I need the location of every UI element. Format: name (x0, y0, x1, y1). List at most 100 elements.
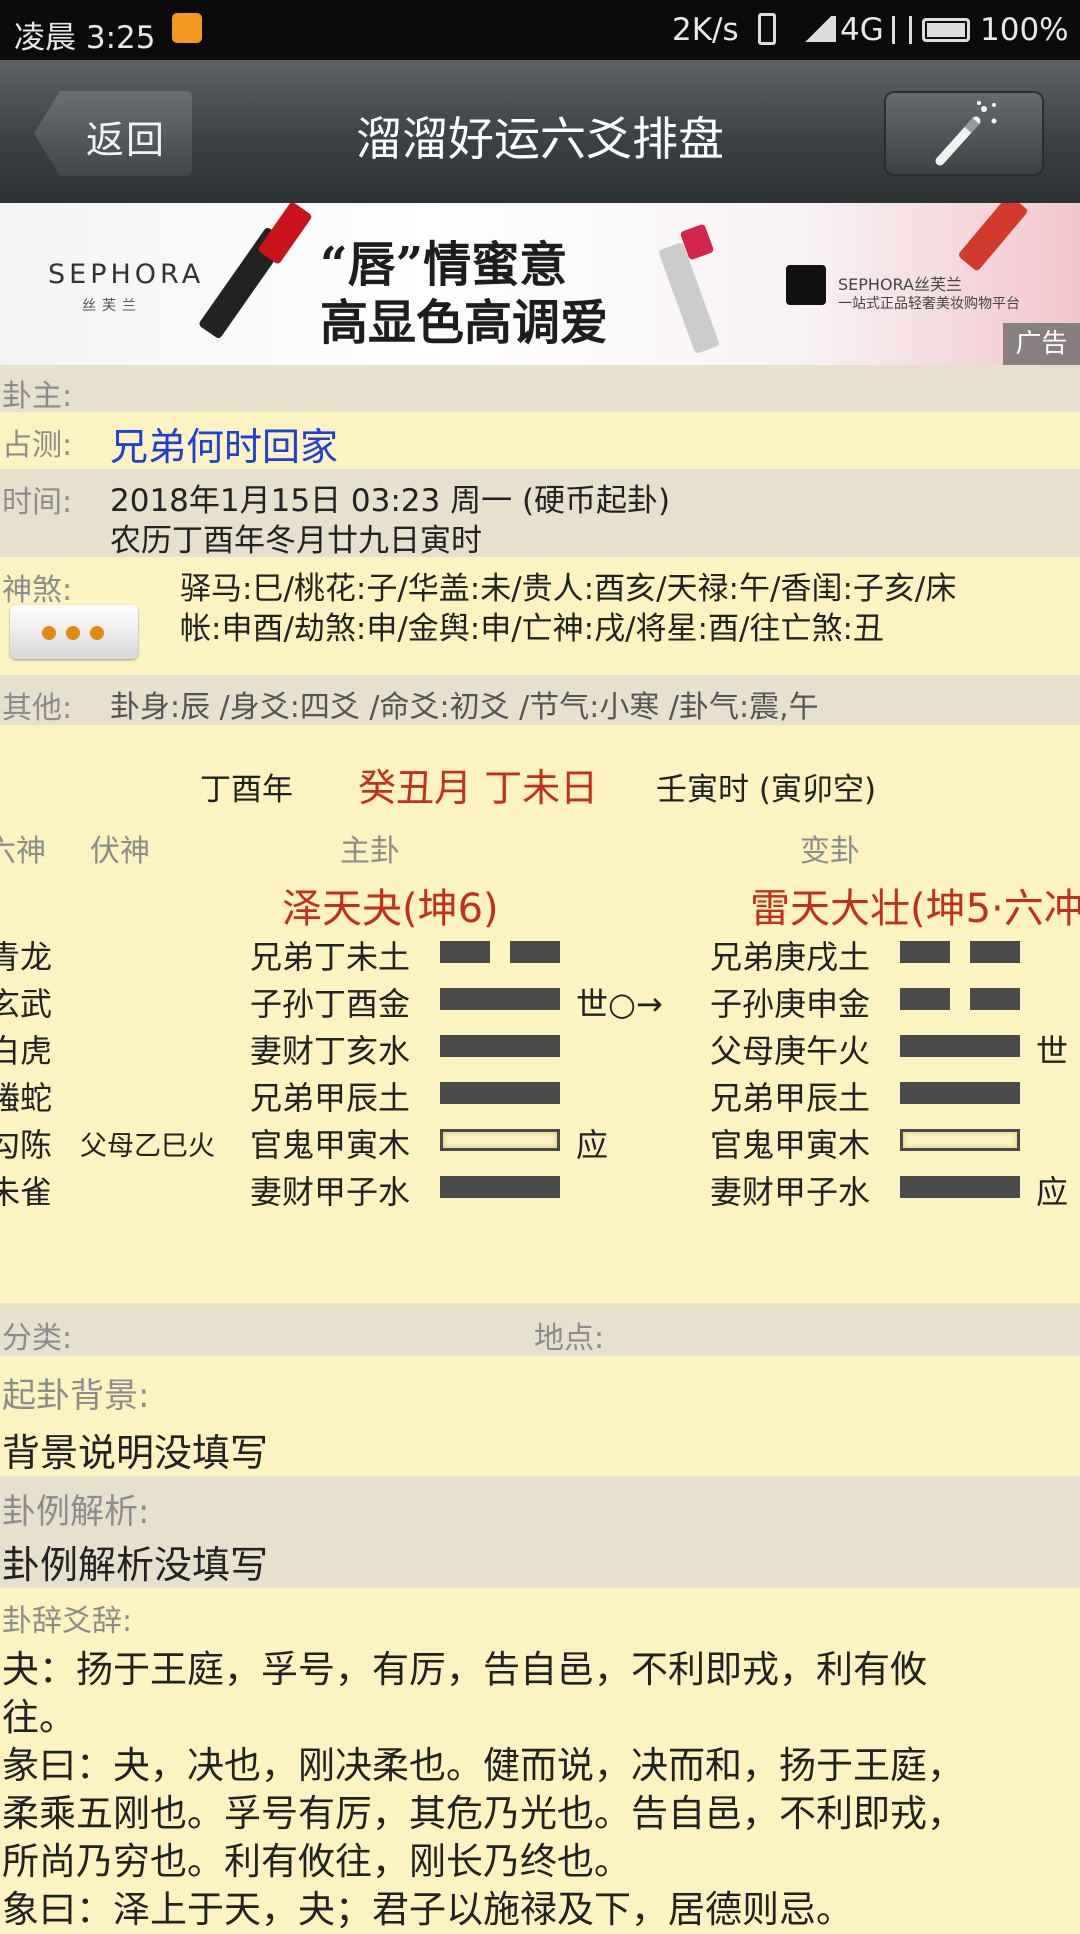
status-bar: 凌晨 3:25 2K/s 4G 100% (0, 0, 1080, 60)
magic-wand-button[interactable] (884, 91, 1044, 176)
guaci-line: 往。 (2, 1696, 76, 1739)
liushen-label: 白虎 (0, 1032, 53, 1070)
category-row: 分类: 地点: (0, 1303, 1080, 1356)
guaci-line: 象曰：泽上于天，夬；君子以施禄及下，居德则忌。 (2, 1888, 853, 1931)
year-pillar: 丁酉年 (200, 772, 293, 808)
main-yao-label: 兄弟甲辰土 (250, 1079, 411, 1117)
background-value: 背景说明没填写 (2, 1431, 269, 1475)
main-gua-name: 泽天夬(坤6) (282, 886, 499, 932)
time-label: 时间: (2, 485, 73, 520)
yang-line (900, 1035, 1020, 1057)
ad-brand: SEPHORA (48, 259, 205, 290)
main-yao-label: 兄弟丁未土 (250, 938, 411, 976)
month-day-pillar: 癸丑月 丁未日 (358, 766, 599, 810)
changed-yao-label: 父母庚午火 (710, 1032, 871, 1070)
place-label: 地点: (534, 1321, 605, 1356)
col-liushen: 六神 (0, 834, 46, 869)
magic-wand-icon (935, 101, 997, 166)
changed-yao-label: 兄弟甲辰土 (710, 1079, 871, 1117)
changed-gua-name: 雷天大壮(坤5·六冲 (750, 886, 1080, 932)
changed-yao-label: 子孙庚申金 (710, 985, 871, 1023)
moving-line (440, 1129, 560, 1151)
status-time: 凌晨 3:25 (14, 20, 156, 56)
yin-line-left (900, 988, 950, 1010)
analysis-value: 卦例解析没填写 (2, 1543, 269, 1587)
sephora-logo-icon (786, 265, 826, 305)
guaci-section: 卦辞爻辞: 夬：扬于王庭，孚号，有厉，告自邑，不利即戎，利有攸 往。 彖曰：夬，… (0, 1588, 1080, 1931)
liushen-label: 螣蛇 (0, 1079, 53, 1117)
gua-zhu-label: 卦主: (2, 379, 73, 414)
guaci-text: 夬：扬于王庭，孚号，有厉，告自邑，不利即戎，利有攸 往。 彖曰：夬，决也，刚决柔… (2, 1646, 1078, 1934)
yin-line-right (510, 941, 560, 963)
zhan-ce-row: 占测: 兄弟何时回家 (0, 412, 1080, 469)
main-yao-label: 子孙丁酉金 (250, 985, 411, 1023)
ad-brand-sub: 丝芙兰 (82, 298, 142, 314)
shensha-line2: 帐:申酉/劫煞:申/金舆:申/亡神:戌/将星:酉/往亡煞:丑 (180, 611, 884, 647)
more-dots-icon (66, 626, 80, 640)
changed-yao-mark: 世 (1036, 1032, 1069, 1070)
fushen-label: 父母乙巳火 (80, 1131, 215, 1162)
main-yao-mark: 应 (576, 1126, 609, 1164)
zhan-ce-value: 兄弟何时回家 (110, 425, 339, 469)
status-battery: 100% (980, 12, 1069, 48)
time-line2: 农历丁酉年冬月廿九日寅时 (110, 523, 482, 559)
yin-line-right (970, 941, 1020, 963)
yin-line-left (440, 941, 490, 963)
hour-pillar: 壬寅时 (寅卯空) (656, 772, 877, 808)
shensha-row: 神煞: 驿马:巳/桃花:子/华盖:未/贵人:酉亥/天禄:午/香闺:子亥/床 帐:… (0, 557, 1080, 675)
lipstick-image (957, 203, 1029, 272)
more-dots-icon (90, 626, 104, 640)
yang-line (440, 1035, 560, 1057)
changed-yao-mark: 应 (1036, 1173, 1069, 1211)
shensha-line1: 驿马:巳/桃花:子/华盖:未/贵人:酉亥/天禄:午/香闺:子亥/床 (180, 571, 957, 607)
more-dots-icon (42, 626, 56, 640)
shensha-label: 神煞: (2, 573, 73, 608)
data-transfer-icon (892, 16, 912, 44)
guaci-line: 所尚乃穷也。利有攸往，刚长乃终也。 (2, 1840, 631, 1883)
background-section: 起卦背景: 背景说明没填写 (0, 1356, 1080, 1476)
more-shensha-button[interactable] (10, 605, 138, 659)
ad-right-brand: SEPHORA丝芙兰 (838, 275, 962, 294)
status-speed: 2K/s (672, 12, 739, 48)
main-yao-mark: 世○→ (576, 985, 663, 1023)
yin-line-left (900, 941, 950, 963)
guaci-line: 夬：扬于王庭，孚号，有厉，告自邑，不利即戎，利有攸 (2, 1648, 927, 1691)
zhan-ce-label: 占测: (2, 428, 73, 463)
time-line1: 2018年1月15日 03:23 周一 (硬币起卦) (110, 483, 671, 519)
changed-yao-label: 妻财甲子水 (710, 1173, 871, 1211)
yang-line (900, 1082, 1020, 1104)
other-value: 卦身:辰 /身爻:四爻 /命爻:初爻 /节气:小寒 /卦气:震,午 (110, 690, 819, 725)
battery-icon (922, 18, 970, 42)
main-yao-label: 妻财甲子水 (250, 1173, 411, 1211)
ad-badge: 广告 (1003, 323, 1080, 365)
yang-line (900, 1176, 1020, 1198)
main-yao-label: 妻财丁亥水 (250, 1032, 411, 1070)
uc-browser-icon (172, 13, 202, 43)
yang-line (440, 988, 560, 1010)
yang-line (440, 1082, 560, 1104)
liushen-label: 勾陈 (0, 1126, 53, 1164)
col-main: 主卦 (340, 834, 400, 869)
time-row: 时间: 2018年1月15日 03:23 周一 (硬币起卦) 农历丁酉年冬月廿九… (0, 469, 1080, 559)
status-network: 4G (840, 12, 884, 48)
guaci-line: 柔乘五刚也。孚号有厉，其危乃光也。告自邑，不利即戎， (2, 1792, 964, 1835)
yin-line-right (970, 988, 1020, 1010)
analysis-section: 卦例解析: 卦例解析没填写 (0, 1476, 1080, 1588)
other-label: 其他: (2, 691, 73, 726)
signal-icon (800, 16, 836, 42)
category-label: 分类: (2, 1321, 73, 1356)
vibrate-icon (758, 13, 776, 45)
col-fushen: 伏神 (90, 834, 150, 869)
analysis-label: 卦例解析: (2, 1492, 150, 1532)
liushen-label: 朱雀 (0, 1173, 53, 1211)
liushen-label: 玄武 (0, 985, 53, 1023)
gua-zhu-row: 卦主: (0, 365, 1080, 414)
background-label: 起卦背景: (2, 1376, 150, 1416)
col-changed: 变卦 (800, 834, 860, 869)
yang-line (440, 1176, 560, 1198)
guaci-line: 彖曰：夬，决也，刚决柔也。健而说，决而和，扬于王庭， (2, 1744, 964, 1787)
moving-line (900, 1129, 1020, 1151)
changed-yao-label: 兄弟庚戌土 (710, 938, 871, 976)
ad-slogan-line2: 高显色高调爱 (320, 295, 609, 351)
ad-banner[interactable]: SEPHORA 丝芙兰 “唇”情蜜意 高显色高调爱 SEPHORA丝芙兰 一站式… (0, 203, 1080, 365)
